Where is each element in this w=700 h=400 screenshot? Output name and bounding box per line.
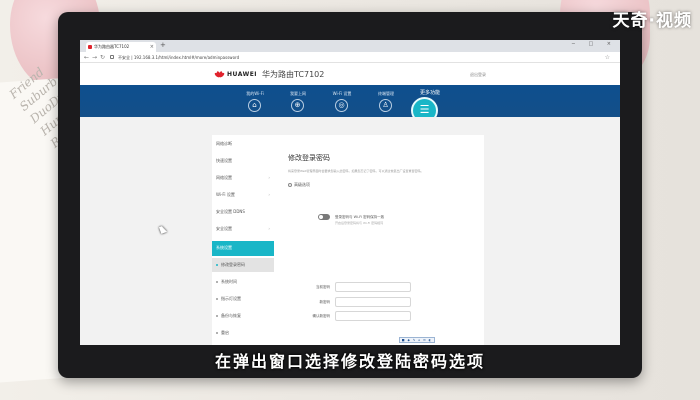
sidebar-subitem-backup[interactable]: 备份与恢复 [212,309,274,323]
watermark-logo: 天奇·视频 [612,11,692,31]
new-password-input[interactable] [335,297,411,307]
back-button[interactable]: ← [84,54,89,61]
browser-tab[interactable]: 华为路由器TC7102 × [86,42,156,52]
reload-button[interactable]: ↻ [100,54,105,61]
nav-label: 我的Wi-Fi [246,91,264,96]
page-title: 修改登录密码 [288,154,330,162]
wifi-icon: ◎ [335,99,348,112]
sidebar-subitem-reboot[interactable]: 重启 [212,326,274,340]
router-header: HUAWEI 华为路由TC7102 退出登录 [80,63,620,85]
url-field[interactable]: 不安全 | 192.168.3.1/html/index.html#/more/… [118,55,239,61]
nav-label: 终端管理 [378,91,394,96]
forward-button[interactable]: → [92,54,97,61]
top-nav: 我的Wi-Fi ⌂ 我要上网 ⊕ Wi-Fi 设置 ◎ 终端管理 ♙ 更多功能 … [80,85,620,124]
chevron-right-icon: › [268,226,270,231]
floating-toolbar[interactable]: ■ ◆ ✎ ⌂ ✉ ◐ [399,337,435,343]
user-icon: ♙ [379,99,392,112]
tab-bar: 华为路由器TC7102 × + ─ □ × [80,40,620,52]
sidebar-subitem-system-time[interactable]: 系统时间 [212,275,274,289]
confirm-password-label: 确认新密码 [312,314,331,318]
nav-my-wifi[interactable]: 我的Wi-Fi ⌂ [235,91,275,112]
current-password-label: 当前密码 [316,285,330,289]
confirm-password-input[interactable] [335,311,411,321]
sidebar-item-quick-setup[interactable]: 快速设置 [212,154,274,168]
sidebar-item-network[interactable]: 网络设置 › [212,171,274,185]
nav-wifi-settings[interactable]: Wi-Fi 设置 ◎ [322,91,362,112]
sync-password-label: 登录密码与 Wi-Fi 密码保持一致 [335,215,385,219]
nav-devices[interactable]: 终端管理 ♙ [366,91,406,112]
address-bar: ← → ↻ 不安全 | 192.168.3.1/html/index.html#… [80,52,620,63]
home-icon: ⌂ [248,99,261,112]
current-password-input[interactable] [335,282,411,292]
new-tab-button[interactable]: + [160,41,166,49]
sidebar-item-wifi[interactable]: Wi-Fi 设置 › [212,188,274,202]
sidebar-subitem-led[interactable]: 指示灯设置 [212,292,274,306]
nav-label: Wi-Fi 设置 [332,91,352,96]
security-icon[interactable] [110,55,114,59]
sync-password-desc: 开启后登录密码将与 Wi-Fi 密码相同 [335,221,384,225]
screen: 华为路由器TC7102 × + ─ □ × ← → ↻ 不安全 | 192.16… [80,40,620,345]
info-circle-icon [288,183,292,187]
main-panel: 修改登录密码 将来登录Web管理界面时会要求您输入此密码，如果您忘记了密码，可以… [274,135,484,345]
sidebar-subitem-change-password[interactable]: 修改登录密码 [212,258,274,272]
tab-title: 华为路由器TC7102 [94,44,130,49]
sidebar-item-system[interactable]: 系统设置 [212,241,274,256]
window-controls[interactable]: ─ □ × [572,41,617,47]
toggle-knob [319,215,323,219]
bullet-icon [216,298,218,300]
video-caption: 在弹出窗口选择修改登陆密码选项 [214,352,485,371]
bullet-icon [216,264,218,266]
brand-name: HUAWEI [227,71,258,78]
bookmark-star-icon[interactable]: ☆ [605,54,610,61]
bullet-icon [216,281,218,283]
logout-link[interactable]: 退出登录 [470,72,486,78]
sidebar-item-security[interactable]: 安全设置 › [212,222,274,236]
page-description: 将来登录Web管理界面时会要求您输入此密码，如果您忘记了密码，可以通过恢复出厂设… [288,169,424,173]
sidebar: 网络诊断 快速设置 网络设置 › Wi-Fi 设置 › 安全设置 DDNS 安全… [212,135,274,345]
nav-label: 我要上网 [290,91,306,96]
globe-icon: ⊕ [291,99,304,112]
sidebar-item-diagnosis[interactable]: 网络诊断 [212,137,274,151]
nav-more-label: 更多功能 [419,90,440,96]
sync-password-toggle[interactable] [318,214,330,220]
huawei-logo-icon [213,70,226,79]
router-model: 华为路由TC7102 [262,70,325,79]
nav-internet[interactable]: 我要上网 ⊕ [278,91,318,112]
chevron-right-icon: › [268,175,270,180]
advanced-options-link[interactable]: 高级选项 [288,182,310,188]
chevron-right-icon: › [268,192,270,197]
close-tab-icon[interactable]: × [150,42,154,52]
huawei-favicon-icon [88,45,92,49]
bullet-icon [216,332,218,334]
bullet-icon [216,315,218,317]
new-password-label: 新密码 [319,300,331,304]
sidebar-item-ddns[interactable]: 安全设置 DDNS [212,205,274,219]
